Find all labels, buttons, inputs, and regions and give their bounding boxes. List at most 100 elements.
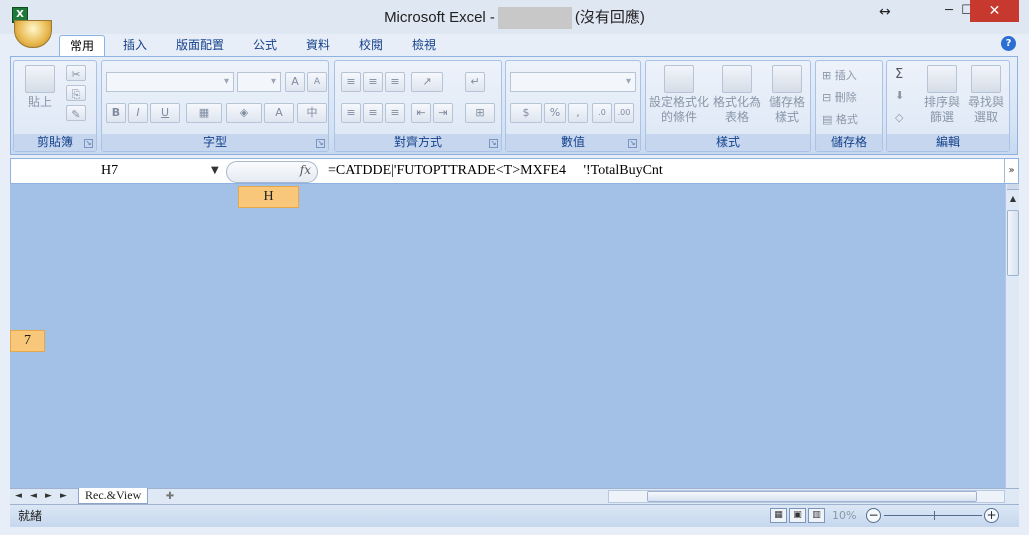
underline-button[interactable]: U bbox=[150, 103, 180, 123]
italic-button[interactable]: I bbox=[128, 103, 148, 123]
fill-color-icon[interactable]: ◈ bbox=[226, 103, 262, 123]
shrink-font-button[interactable]: A bbox=[307, 72, 327, 92]
align-left-icon[interactable]: ≡ bbox=[341, 103, 361, 123]
group-number: ▾ $ % , .0 .00 數值 ↘ bbox=[505, 60, 641, 152]
bold-button[interactable]: B bbox=[106, 103, 126, 123]
decrease-indent-icon[interactable]: ⇤ bbox=[411, 103, 431, 123]
ribbon: 貼上 ✂ ⎘ ✎ 剪貼簿 ↘ ▾ ▾ A A B I U ▦ ◈ A 中 字型 … bbox=[10, 56, 1018, 155]
format-as-table-label-1: 格式化為 bbox=[712, 95, 761, 109]
status-bar: 就緒 ▦ ▣ ▥ 10% − + bbox=[10, 504, 1019, 527]
group-label-cells: 儲存格 bbox=[816, 134, 882, 151]
ribbon-tab-row: 常用 插入 版面配置 公式 資料 校閱 檢視 bbox=[0, 34, 1029, 56]
page-break-view-icon[interactable]: ▥ bbox=[808, 508, 825, 523]
increase-indent-icon[interactable]: ⇥ bbox=[433, 103, 453, 123]
zoom-level[interactable]: 10% bbox=[832, 509, 856, 522]
align-top-icon[interactable]: ≡ bbox=[341, 72, 361, 92]
paste-button[interactable]: 貼上 bbox=[20, 65, 60, 110]
formula-bar: H7 ▼ fx =CATDDE|'FUTOPTTRADE<T>MXFE4 '!T… bbox=[10, 158, 1019, 184]
fill-icon[interactable]: ⬇ bbox=[895, 89, 904, 102]
wrap-text-icon[interactable]: ↵ bbox=[465, 72, 485, 92]
zoom-slider[interactable] bbox=[884, 515, 982, 516]
number-format-combo[interactable]: ▾ bbox=[510, 72, 636, 92]
split-box[interactable] bbox=[1007, 184, 1019, 190]
next-sheet-icon[interactable]: ► bbox=[45, 489, 52, 503]
decrease-decimal-icon[interactable]: .00 bbox=[614, 103, 634, 123]
group-label-styles: 樣式 bbox=[646, 134, 810, 151]
horizontal-scrollbar[interactable] bbox=[608, 490, 1005, 503]
not-responding-status: (沒有回應) bbox=[574, 9, 645, 26]
name-box[interactable]: H7 bbox=[11, 159, 226, 183]
column-header-h[interactable]: H bbox=[238, 186, 299, 208]
group-font: ▾ ▾ A A B I U ▦ ◈ A 中 字型 ↘ bbox=[101, 60, 329, 152]
number-launcher-icon[interactable]: ↘ bbox=[628, 139, 637, 148]
tab-page-layout[interactable]: 版面配置 bbox=[166, 35, 234, 56]
clear-icon[interactable]: ◇ bbox=[895, 111, 903, 124]
sort-filter-button[interactable]: 排序與 篩選 bbox=[921, 65, 963, 125]
name-box-dropdown-icon[interactable]: ▼ bbox=[211, 159, 219, 183]
find-select-button[interactable]: 尋找與 選取 bbox=[965, 65, 1007, 125]
format-cells-button[interactable]: ▤ 格式 bbox=[822, 111, 858, 127]
tab-data[interactable]: 資料 bbox=[296, 35, 340, 56]
zoom-slider-thumb[interactable] bbox=[934, 511, 935, 520]
comma-button[interactable]: , bbox=[568, 103, 588, 123]
autosum-button[interactable]: Σ bbox=[895, 67, 903, 82]
currency-button[interactable]: $ bbox=[510, 103, 542, 123]
fx-icon[interactable]: fx bbox=[300, 163, 311, 177]
close-button[interactable]: ✕ bbox=[970, 0, 1019, 22]
sheet-tab-rec-view[interactable]: Rec.&View bbox=[78, 488, 149, 504]
phonetic-icon[interactable]: 中 bbox=[297, 103, 327, 123]
alignment-launcher-icon[interactable]: ↘ bbox=[489, 139, 498, 148]
page-layout-view-icon[interactable]: ▣ bbox=[789, 508, 806, 523]
redacted-filename bbox=[497, 7, 572, 30]
tab-formulas[interactable]: 公式 bbox=[243, 35, 287, 56]
format-painter-icon[interactable]: ✎ bbox=[66, 105, 86, 121]
conditional-formatting-button[interactable]: 設定格式化 的條件 bbox=[648, 65, 710, 125]
grow-font-button[interactable]: A bbox=[285, 72, 305, 92]
delete-cells-button[interactable]: ⊟ 刪除 bbox=[822, 89, 857, 105]
vertical-scroll-thumb[interactable] bbox=[1007, 210, 1019, 276]
clipboard-launcher-icon[interactable]: ↘ bbox=[84, 139, 93, 148]
align-right-icon[interactable]: ≡ bbox=[385, 103, 405, 123]
insert-function-area: fx bbox=[226, 161, 318, 183]
conditional-formatting-label-2: 的條件 bbox=[660, 110, 697, 124]
borders-icon[interactable]: ▦ bbox=[186, 103, 222, 123]
font-size-combo[interactable]: ▾ bbox=[237, 72, 281, 92]
last-sheet-icon[interactable]: ► bbox=[60, 489, 67, 503]
tab-view[interactable]: 檢視 bbox=[402, 35, 446, 56]
format-as-table-icon bbox=[722, 65, 752, 93]
insert-cells-button[interactable]: ⊞ 插入 bbox=[822, 67, 857, 83]
font-color-icon[interactable]: A bbox=[264, 103, 294, 123]
formula-input[interactable]: =CATDDE|'FUTOPTTRADE<T>MXFE4 '!TotalBuyC… bbox=[328, 159, 663, 183]
zoom-out-icon[interactable]: − bbox=[866, 508, 881, 523]
tab-insert[interactable]: 插入 bbox=[112, 35, 158, 56]
insert-sheet-icon[interactable]: ✚ bbox=[160, 489, 180, 504]
format-as-table-button[interactable]: 格式化為 表格 bbox=[712, 65, 762, 125]
scroll-up-icon[interactable]: ▲ bbox=[1007, 192, 1019, 206]
vertical-scrollbar[interactable]: ▲ bbox=[1005, 184, 1019, 488]
tab-home[interactable]: 常用 bbox=[59, 35, 105, 56]
align-bottom-icon[interactable]: ≡ bbox=[385, 72, 405, 92]
first-sheet-icon[interactable]: ◄ bbox=[15, 489, 22, 503]
orientation-icon[interactable]: ↗ bbox=[411, 72, 443, 92]
font-launcher-icon[interactable]: ↘ bbox=[316, 139, 325, 148]
percent-button[interactable]: % bbox=[544, 103, 566, 123]
normal-view-icon[interactable]: ▦ bbox=[770, 508, 787, 523]
help-icon[interactable]: ? bbox=[1001, 36, 1016, 51]
align-center-icon[interactable]: ≡ bbox=[363, 103, 383, 123]
row-header-7[interactable]: 7 bbox=[10, 330, 45, 352]
cell-styles-button[interactable]: 儲存格 樣式 bbox=[764, 65, 810, 125]
align-middle-icon[interactable]: ≡ bbox=[363, 72, 383, 92]
expand-formula-bar-icon[interactable]: » bbox=[1004, 159, 1018, 183]
increase-decimal-icon[interactable]: .0 bbox=[592, 103, 612, 123]
copy-icon[interactable]: ⎘ bbox=[66, 85, 86, 101]
zoom-in-icon[interactable]: + bbox=[984, 508, 999, 523]
conditional-formatting-label-1: 設定格式化 bbox=[648, 95, 709, 109]
prev-sheet-icon[interactable]: ◄ bbox=[30, 489, 37, 503]
horizontal-scroll-thumb[interactable] bbox=[647, 491, 977, 502]
tab-review[interactable]: 校閱 bbox=[349, 35, 393, 56]
font-name-combo[interactable]: ▾ bbox=[106, 72, 234, 92]
worksheet-grid[interactable]: H 7 bbox=[10, 184, 1005, 488]
merge-center-icon[interactable]: ⊞ bbox=[465, 103, 495, 123]
group-editing: Σ ⬇ ◇ 排序與 篩選 尋找與 選取 編輯 bbox=[886, 60, 1010, 152]
cut-icon[interactable]: ✂ bbox=[66, 65, 86, 81]
